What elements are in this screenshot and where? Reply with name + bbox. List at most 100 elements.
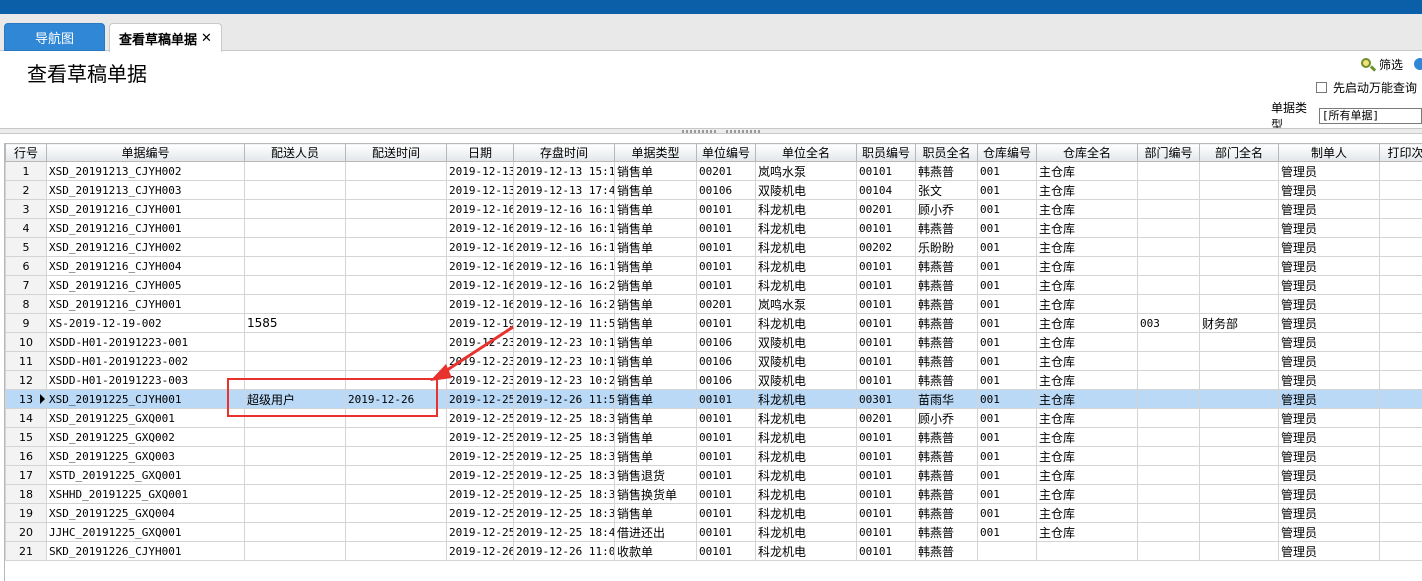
column-header[interactable]: 单位全名 (755, 143, 857, 162)
row-number[interactable]: 18 (5, 484, 47, 504)
row-number[interactable]: 17 (5, 465, 47, 485)
table-row[interactable]: 20 JJHC_20191225_GXQ001 2019-12-25 2019-12-… (5, 522, 1422, 542)
panel-splitter[interactable] (0, 128, 1422, 134)
table-row[interactable]: 17 XSTD_20191225_GXQ001 2019-12-25 2019-12-… (5, 465, 1422, 485)
row-number[interactable]: 3 (5, 199, 47, 219)
row-number[interactable]: 13 (5, 389, 47, 409)
draft-documents-grid[interactable]: 行号 单据编号 配送人员 配送时间 日期 存盘时间 单据类型 单位编号 单位全名 职员编号 职员全名… (4, 143, 1422, 581)
row-number[interactable]: 8 (5, 294, 47, 314)
table-cell: 主仓库 (1036, 199, 1138, 219)
table-cell: 主仓库 (1036, 161, 1138, 181)
table-row[interactable]: 1 XSD_20191213_CJYH002 2019-12-13 2019-12-1… (5, 161, 1422, 181)
table-cell: 岚鸣水泵 (755, 294, 857, 314)
table-row[interactable]: 8 XSD_20191216_CJYH001 2019-12-16 2019-12-1… (5, 294, 1422, 314)
column-header[interactable]: 单位编号 (696, 143, 756, 162)
column-header[interactable]: 仓库编号 (977, 143, 1037, 162)
table-row[interactable]: 21 SKD_20191226_CJYH001 2019-12-26 2019-12-… (5, 541, 1422, 561)
column-header[interactable]: 职员全名 (915, 143, 978, 162)
table-cell: 2019-12-25 18:31 (513, 446, 615, 466)
table-cell: 00101 (696, 541, 756, 561)
table-cell: 韩燕普 (915, 503, 978, 523)
row-number[interactable]: 10 (5, 332, 47, 352)
table-cell: 001 (977, 294, 1037, 314)
universal-query-option[interactable]: 先启动万能查询 (1316, 79, 1417, 96)
row-number[interactable]: 19 (5, 503, 47, 523)
doc-type-select[interactable]: [所有单据] (1318, 108, 1422, 124)
table-cell: 2019-12-26 11:06 (513, 541, 615, 561)
table-cell (1137, 237, 1200, 257)
table-row[interactable]: 5 XSD_20191216_CJYH002 2019-12-16 2019-12-1… (5, 237, 1422, 257)
row-number[interactable]: 1 (5, 161, 47, 181)
table-cell: 00201 (856, 408, 916, 428)
table-cell: 2019-12-25 (446, 465, 514, 485)
tab-view-drafts[interactable]: 查看草稿单据 ✕ (109, 23, 222, 52)
row-number[interactable]: 14 (5, 408, 47, 428)
row-number[interactable]: 7 (5, 275, 47, 295)
tab-navigation[interactable]: 导航图 (4, 23, 105, 51)
row-number[interactable]: 4 (5, 218, 47, 238)
column-header[interactable]: 部门全名 (1199, 143, 1279, 162)
row-number[interactable]: 15 (5, 427, 47, 447)
row-number[interactable]: 12 (5, 370, 47, 390)
table-row[interactable]: 16 XSD_20191225_GXQ003 2019-12-25 2019-12-2… (5, 446, 1422, 466)
table-cell: 2019-12-16 16:19 (513, 256, 615, 276)
column-header[interactable]: 日期 (446, 143, 514, 162)
close-icon[interactable]: ✕ (201, 31, 212, 46)
table-cell (1137, 199, 1200, 219)
table-cell (1379, 465, 1422, 485)
table-row[interactable]: 13 XSD_20191225_CJYH001 超级用户 2019-12-26 2019… (5, 389, 1422, 409)
column-header[interactable]: 单据编号 (46, 143, 245, 162)
column-header[interactable]: 仓库全名 (1036, 143, 1138, 162)
row-number[interactable]: 21 (5, 541, 47, 561)
table-row[interactable]: 15 XSD_20191225_GXQ002 2019-12-25 2019-12-2… (5, 427, 1422, 447)
row-number[interactable]: 9 (5, 313, 47, 333)
row-number[interactable]: 11 (5, 351, 47, 371)
table-row[interactable]: 6 XSD_20191216_CJYH004 2019-12-16 2019-12-1… (5, 256, 1422, 276)
table-cell (1137, 503, 1200, 523)
column-header[interactable]: 制单人 (1278, 143, 1380, 162)
column-header[interactable]: 部门编号 (1137, 143, 1200, 162)
table-cell (345, 218, 447, 238)
row-number[interactable]: 20 (5, 522, 47, 542)
column-header[interactable]: 打印次 (1379, 143, 1422, 162)
table-cell: 2019-12-25 (446, 446, 514, 466)
row-number[interactable]: 6 (5, 256, 47, 276)
table-cell: 销售单 (614, 275, 697, 295)
table-row[interactable]: 11 XSDD-H01-20191223-002 2019-12-23 2019-12… (5, 351, 1422, 371)
table-cell (1199, 256, 1279, 276)
table-cell (1379, 275, 1422, 295)
table-cell (1379, 199, 1422, 219)
universal-query-checkbox[interactable] (1316, 82, 1327, 93)
table-cell (1199, 275, 1279, 295)
table-row[interactable]: 7 XSD_20191216_CJYH005 2019-12-16 2019-12-1… (5, 275, 1422, 295)
table-row[interactable]: 4 XSD_20191216_CJYH001 2019-12-16 2019-12-1… (5, 218, 1422, 238)
help-icon[interactable] (1414, 58, 1422, 70)
table-row[interactable]: 19 XSD_20191225_GXQ004 2019-12-25 2019-12-2… (5, 503, 1422, 523)
column-header[interactable]: 存盘时间 (513, 143, 615, 162)
column-header[interactable]: 职员编号 (856, 143, 916, 162)
row-number[interactable]: 16 (5, 446, 47, 466)
table-row[interactable]: 18 XSHHD_20191225_GXQ001 2019-12-25 2019-12… (5, 484, 1422, 504)
row-number[interactable]: 5 (5, 237, 47, 257)
table-cell: 科龙机电 (755, 465, 857, 485)
table-row[interactable]: 3 XSD_20191216_CJYH001 2019-12-16 2019-12-1… (5, 199, 1422, 219)
column-header[interactable]: 单据类型 (614, 143, 697, 162)
table-row[interactable]: 14 XSD_20191225_GXQ001 2019-12-25 2019-12-2… (5, 408, 1422, 428)
table-cell: 超级用户 (244, 389, 346, 409)
table-row[interactable]: 9 XS-2019-12-19-002 1585 2019-12-19 2019-12-… (5, 313, 1422, 333)
filter-button[interactable]: 筛选 (1360, 56, 1403, 73)
table-cell: 韩燕普 (915, 313, 978, 333)
table-cell: 管理员 (1278, 465, 1380, 485)
column-header[interactable]: 行号 (5, 143, 47, 162)
table-cell (1137, 370, 1200, 390)
column-header[interactable]: 配送人员 (244, 143, 346, 162)
row-number[interactable]: 2 (5, 180, 47, 200)
table-row[interactable]: 2 XSD_20191213_CJYH003 2019-12-13 2019-12-1… (5, 180, 1422, 200)
table-cell: 2019-12-13 15:17 (513, 161, 615, 181)
table-cell (345, 294, 447, 314)
table-cell: 销售单 (614, 389, 697, 409)
table-row[interactable]: 12 XSDD-H01-20191223-003 2019-12-23 2019-12… (5, 370, 1422, 390)
table-cell (244, 370, 346, 390)
column-header[interactable]: 配送时间 (345, 143, 447, 162)
table-row[interactable]: 10 XSDD-H01-20191223-001 2019-12-23 2019-12… (5, 332, 1422, 352)
